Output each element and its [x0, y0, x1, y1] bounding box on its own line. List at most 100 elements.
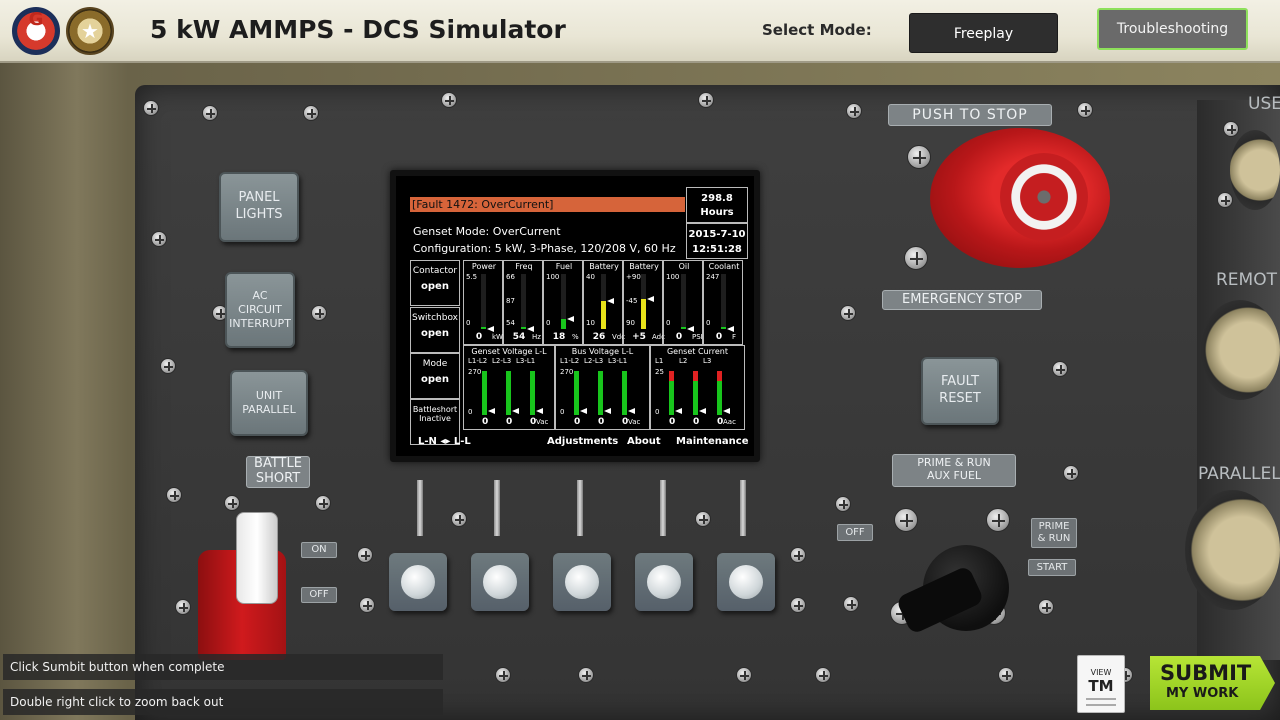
screw-icon — [357, 547, 373, 563]
screw-icon — [1223, 121, 1239, 137]
phase-fill — [622, 371, 627, 415]
gauge-tick-top: 100 — [546, 273, 560, 281]
maintenance-menu[interactable]: Maintenance — [676, 436, 749, 447]
status-label: Contactor — [412, 266, 458, 276]
soft-key-1-button[interactable] — [389, 553, 447, 611]
gauge-tick-bot: 90 — [626, 319, 635, 327]
gauge-unit: kW — [492, 333, 503, 341]
side-parallel-label: PARALLEL — [1198, 464, 1280, 484]
phase-label: L1-L2 — [468, 357, 488, 365]
screw-icon — [441, 92, 457, 108]
phase-fill — [506, 371, 511, 415]
phase-label: L3-L1 — [516, 357, 536, 365]
genset-mode: Genset Mode: OverCurrent — [413, 225, 561, 238]
phase-fill — [530, 371, 535, 415]
screw-icon — [986, 508, 1010, 532]
submit-line1: SUBMIT — [1160, 661, 1252, 685]
gauge-fill — [521, 327, 526, 329]
side-use-label: USE — [1248, 94, 1280, 114]
connector-icon[interactable] — [1200, 300, 1280, 400]
screw-icon — [835, 496, 851, 512]
screw-icon — [315, 495, 331, 511]
soft-key-5-button[interactable] — [717, 553, 775, 611]
emergency-stop-button[interactable] — [930, 128, 1110, 268]
ac-circuit-interrupt-button[interactable]: AC CIRCUIT INTERRUPT — [225, 272, 295, 348]
rotary-start-label: START — [1028, 559, 1076, 576]
select-mode-label: Select Mode: — [762, 21, 872, 39]
gauge-pointer-icon — [567, 316, 574, 322]
gauge-bar — [721, 274, 726, 329]
connector-icon[interactable] — [1185, 490, 1280, 610]
status-value: Inactive — [419, 414, 451, 423]
troubleshooting-button[interactable]: Troubleshooting — [1097, 8, 1248, 50]
gauge-bar — [601, 274, 606, 329]
phase-bar — [717, 371, 722, 415]
screw-icon — [846, 103, 862, 119]
status-value: open — [421, 374, 449, 385]
screw-icon — [1217, 192, 1233, 208]
screw-icon — [495, 667, 511, 683]
gauge-tick-top: 5.5 — [466, 273, 478, 281]
phase-pointer-icon — [512, 408, 519, 414]
gauge-pointer-icon — [607, 298, 614, 304]
hint-zoom: Double right click to zoom back out — [3, 689, 443, 715]
phase-value: 0 — [693, 417, 700, 427]
gauge-tick-top: 66 — [506, 273, 515, 281]
engine-control-rotary-switch[interactable] — [895, 535, 1010, 636]
screw-icon — [1038, 599, 1054, 615]
gauge-tick-bot: 54 — [506, 319, 515, 327]
hours-value: 298.8 — [701, 193, 733, 204]
gauge-tick-mid: -45 — [626, 297, 638, 305]
fault-text: [Fault 1472: OverCurrent] — [412, 198, 554, 211]
gauge-bar — [561, 274, 566, 329]
gauge-tick-top: 40 — [586, 273, 595, 281]
freeplay-button[interactable]: Freeplay — [909, 13, 1058, 53]
submit-my-work-button[interactable]: SUBMIT MY WORK — [1150, 656, 1275, 710]
soft-key-3-button[interactable] — [553, 553, 611, 611]
group-unit: Vac — [536, 418, 549, 426]
screw-icon — [359, 597, 375, 613]
fault-banner: [Fault 1472: OverCurrent] — [410, 197, 685, 212]
screw-icon — [202, 105, 218, 121]
soft-key-2-button[interactable] — [471, 553, 529, 611]
unit-parallel-button[interactable]: UNIT PARALLEL — [230, 370, 308, 436]
screw-icon — [1063, 465, 1079, 481]
gauge-tick-top: +90 — [626, 273, 641, 281]
gauge-tick-top: 247 — [706, 273, 720, 281]
gauge-value: 18 — [552, 332, 566, 342]
phase-bar — [669, 371, 674, 415]
gsa-logo-icon: G — [12, 7, 60, 55]
top-bar: G ★ 5 kW AMMPS - DCS Simulator Select Mo… — [0, 0, 1280, 63]
connector-icon[interactable] — [1230, 130, 1280, 210]
time-value: 12:51:28 — [692, 244, 742, 255]
gauge-fill — [681, 327, 686, 329]
hours-label: Hours — [700, 207, 734, 218]
side-remote-label: REMOT — [1216, 270, 1277, 290]
seal-star: ★ — [81, 19, 99, 43]
gauge-tick-bot: 0 — [546, 319, 551, 327]
fault-reset-button[interactable]: FAULT RESET — [921, 357, 999, 425]
rotary-prime-run-label: PRIME & RUN — [1031, 518, 1077, 548]
ln-ll-toggle[interactable]: L-N ◂▸ L-L — [418, 436, 471, 447]
gauge-bar — [681, 274, 686, 329]
gauge-tick-top: 100 — [666, 273, 680, 281]
phase-label: L2-L3 — [584, 357, 604, 365]
screw-icon — [451, 511, 467, 527]
gauge-tick-bot: 0 — [466, 319, 471, 327]
screw-icon — [790, 597, 806, 613]
adjustments-menu[interactable]: Adjustments — [547, 436, 618, 447]
panel-lights-button[interactable]: PANEL LIGHTS — [219, 172, 299, 242]
screw-icon — [151, 231, 167, 247]
view-tm-button[interactable]: VIEW TM — [1077, 655, 1125, 713]
phase-pointer-icon — [580, 408, 587, 414]
screw-icon — [907, 145, 931, 169]
about-menu[interactable]: About — [627, 436, 661, 447]
view-tm-big: TM — [1088, 677, 1114, 695]
phase-pointer-icon — [604, 408, 611, 414]
phase-value: 0 — [482, 417, 489, 427]
status-label: Battleshort — [412, 405, 458, 414]
submit-line2: MY WORK — [1166, 686, 1239, 701]
gauge-0: Power 5.5 0 0 kW — [463, 260, 503, 345]
soft-key-4-button[interactable] — [635, 553, 693, 611]
battle-short-toggle-switch[interactable] — [198, 512, 286, 660]
